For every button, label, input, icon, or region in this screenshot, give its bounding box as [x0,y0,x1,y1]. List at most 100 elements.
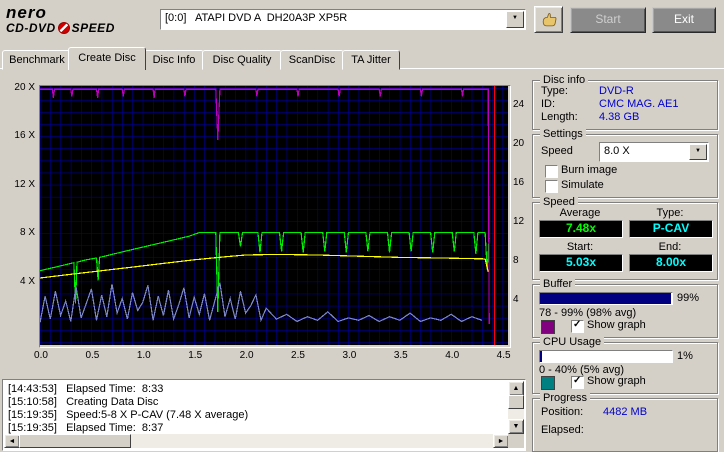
y2-axis-label: 20 [513,138,525,149]
position-label: Position: [541,406,584,418]
write-speed-chart [39,85,511,348]
log-line: [15:19:35] Speed:5-8 X P-CAV (7.48 X ave… [8,409,249,421]
app-logo: nero CD-DVD SPEED [6,4,115,35]
chart-grid [40,86,508,345]
start-button[interactable]: Start [570,7,646,33]
buffer-percent: 99% [677,292,700,304]
burn-image-checkbox[interactable] [545,165,558,178]
cpu-progressbar [539,350,673,363]
buffer-show-graph-label[interactable]: Show graph [587,319,646,331]
cpu-show-graph-label[interactable]: Show graph [587,375,646,387]
scroll-left-button[interactable]: ◄ [4,434,20,448]
cpu-progress-fill [540,351,542,362]
cpu-usage-title: CPU Usage [540,336,605,348]
cpu-graph-swatch [541,376,555,390]
cpu-show-graph-checkbox[interactable] [571,375,584,389]
drive-select-value: [0:0] ATAPI DVD A DH20A3P XP5R [165,12,348,24]
tab-create-disc[interactable]: Create Disc [68,47,146,70]
burn-image-label[interactable]: Burn image [561,164,617,176]
x-axis-label: 1.0 [136,350,151,361]
buffer-group: Buffer 99% 78 - 99% (98% avg) Show graph [532,278,718,338]
tab-disc-info[interactable]: Disc Info [144,50,204,70]
cpu-percent: 1% [677,350,693,362]
x-axis-label: 1.5 [188,350,203,361]
scrollbar-corner [508,434,524,448]
speed-select-combobox[interactable]: 8.0 X ▼ [599,142,709,162]
drive-select-combobox[interactable]: [0:0] ATAPI DVD A DH20A3P XP5R ▼ [160,9,526,30]
y-axis-label: 8 X [19,227,35,239]
logo-product-text: CD-DVD SPEED [6,21,115,35]
tab-scandisc[interactable]: ScanDisc [280,50,344,70]
speed-setting-label: Speed [541,145,573,157]
chart-plot-area [39,86,508,345]
elapsed-label: Elapsed: [541,424,584,436]
log-line: [14:43:53] Elapsed Time: 8:33 [8,383,164,395]
log-vertical-scrollbar[interactable]: ▲ ▼ [508,381,524,434]
end-label: End: [658,241,682,253]
drive-select-dropdown-button[interactable]: ▼ [506,11,524,28]
horizontal-scroll-thumb[interactable] [19,434,131,448]
x-axis-label: 2.5 [291,350,305,361]
buffer-title: Buffer [540,278,576,290]
scroll-right-button[interactable]: ► [493,434,509,448]
scroll-up-button[interactable]: ▲ [508,381,524,396]
cpu-usage-group: CPU Usage 1% 0 - 40% (5% avg) Show graph [532,336,718,394]
y2-axis-label: 24 [513,99,525,110]
start-speed-display: 5.03x [539,254,623,272]
progress-group: Progress Position: 4482 MB Elapsed: [532,392,718,452]
vertical-scroll-thumb[interactable] [508,395,524,409]
speed-select-value: 8.0 X [604,145,630,157]
exit-button[interactable]: Exit [652,7,716,33]
event-log-list[interactable]: [14:43:53] Elapsed Time: 8:33 [15:10:58]… [2,379,526,451]
simulate-label[interactable]: Simulate [561,179,604,191]
buffer-progressbar [539,292,673,305]
start-label: Start: [566,241,594,253]
x-axis-label: 4.0 [445,350,460,361]
x-axis-label: 3.0 [342,350,357,361]
speed-disc-icon [57,22,70,34]
disc-length-value: 4.38 GB [599,111,640,123]
nero-cd-dvd-speed-window: { "window": { "brand_line1": "nero", "br… [0,0,724,452]
disc-type-value: DVD-R [599,85,634,97]
speed-group: Speed Average Type: 7.48x P-CAV Start: E… [532,196,718,280]
speed-select-dropdown-button[interactable]: ▼ [689,144,707,160]
logo-speed-text: SPEED [71,21,115,35]
x-axis-label: 3.5 [393,350,408,361]
progress-title: Progress [540,392,591,404]
disc-length-label: Length: [541,111,578,123]
buffer-graph-swatch [541,320,555,334]
logo-cddvd-text: CD-DVD [6,21,56,35]
logo-nero-text: nero [6,3,47,22]
tab-disc-quality[interactable]: Disc Quality [202,50,282,70]
simulate-checkbox[interactable] [545,180,558,193]
average-label: Average [559,207,601,219]
settings-group: Settings Speed 8.0 X ▼ Burn image Simula… [532,128,718,198]
position-value: 4482 MB [603,406,648,418]
y2-axis-label: 8 [513,255,519,266]
hand-tool-button[interactable] [534,6,563,33]
disc-type-label: Type: [541,85,568,97]
buffer-show-graph-checkbox[interactable] [571,319,584,333]
y2-axis-label: 16 [513,177,525,188]
log-line: [15:19:35] Elapsed Time: 8:37 [8,422,164,434]
end-speed-display: 8.00x [629,254,713,272]
settings-title: Settings [540,128,586,140]
y2-axis-label: 4 [513,294,519,305]
type-label: Type: [656,207,684,219]
hand-icon [542,12,557,27]
tab-ta-jitter[interactable]: TA Jitter [342,50,400,70]
write-type-display: P-CAV [629,220,713,238]
y-axis-label: 16 X [14,130,35,142]
disc-info-group: Disc info Type: DVD-R ID: CMC MAG. AE1 L… [532,74,718,130]
y-axis-label: 4 X [19,275,35,287]
y-axis-label: 12 X [14,178,35,190]
tab-benchmark[interactable]: Benchmark [2,50,72,70]
scroll-down-button[interactable]: ▼ [508,419,524,434]
log-horizontal-scrollbar[interactable]: ◄ ► [4,434,509,448]
buffer-progress-fill [540,293,671,304]
x-axis-label: 2.0 [239,350,254,361]
buffer-range: 78 - 99% (98% avg) [539,307,637,319]
x-axis-label: 0.0 [34,350,48,361]
x-axis-label: 0.5 [85,350,100,361]
average-speed-display: 7.48x [539,220,623,238]
